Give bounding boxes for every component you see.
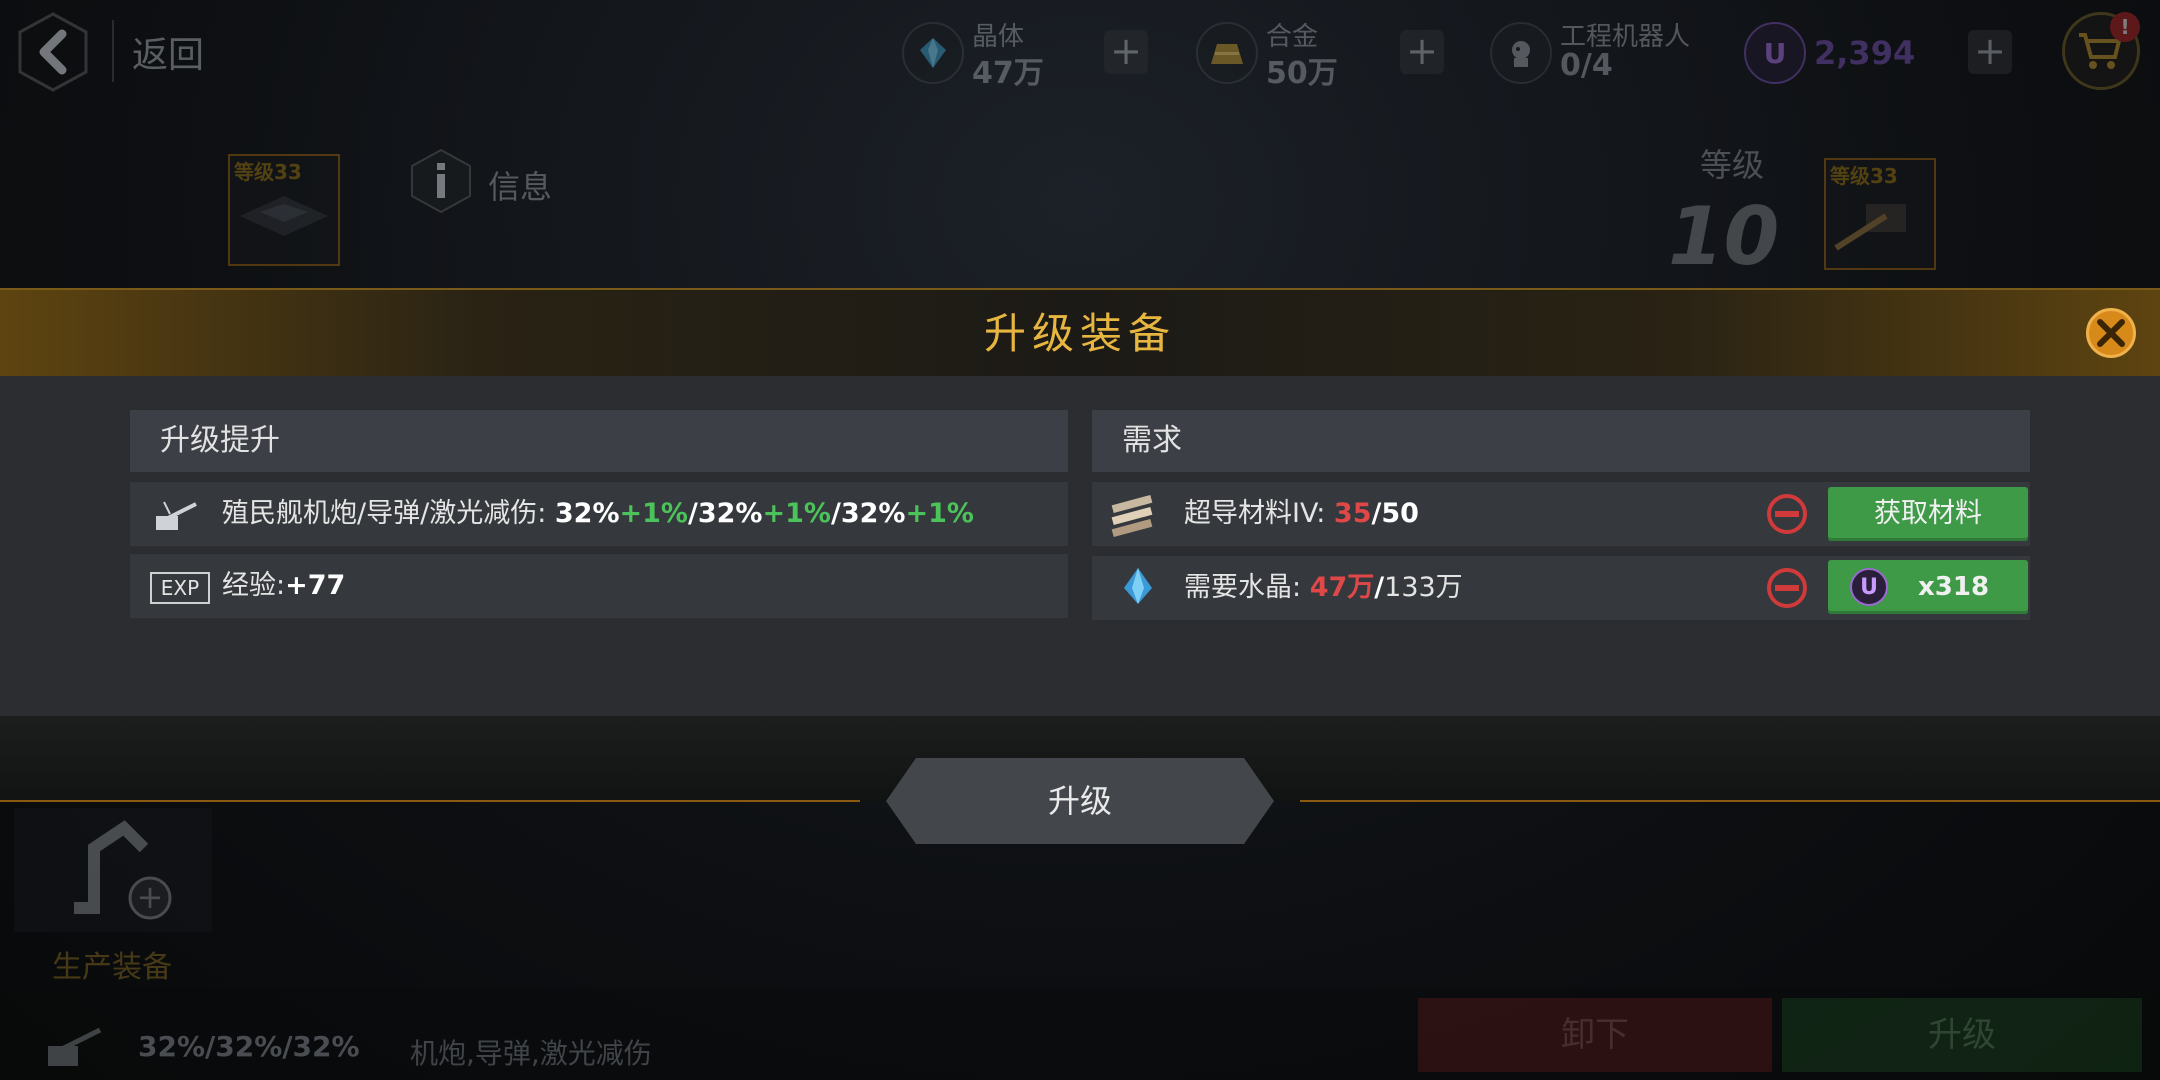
crystal-text: 需要水晶: 47万/133万 (1184, 572, 1463, 603)
get-material-button[interactable]: 获取材料 (1828, 487, 2028, 541)
equipment-level: 等级33 (1830, 164, 1898, 188)
premium-coin-icon: U (1744, 22, 1806, 84)
material-label: 超导材料IV: (1184, 498, 1334, 529)
divider (0, 800, 860, 802)
stat-value: 32% (697, 498, 763, 529)
level-title: 等级 (1700, 146, 1765, 184)
stat-value: 32% (554, 498, 620, 529)
damage-reduction-row: 殖民舰机炮/导弹/激光减伤: 32%+1%/32%+1%/32%+1% (130, 482, 1068, 546)
info-icon (411, 148, 471, 214)
add-crystal-button[interactable]: + (1104, 30, 1148, 74)
premium-value: 2,394 (1814, 34, 1916, 72)
close-button[interactable] (2086, 308, 2136, 358)
equipment-thumbnail-left[interactable]: 等级33 (228, 154, 340, 266)
exp-label: 经验: (222, 570, 286, 601)
exp-row: EXP 经验:+77 (130, 554, 1068, 618)
material-text: 超导材料IV: 35/50 (1184, 498, 1419, 529)
material-have: 35 (1333, 498, 1372, 529)
insufficient-icon (1767, 568, 1807, 608)
stat-label: 殖民舰机炮/导弹/激光减伤: (222, 498, 555, 529)
exp-text: 经验:+77 (222, 554, 345, 618)
add-premium-button[interactable]: + (1968, 30, 2012, 74)
turret-icon (48, 1027, 102, 1066)
exp-value: +77 (285, 570, 346, 601)
requirements-header: 需求 (1092, 410, 2030, 472)
upgrade-button[interactable]: 升级 (886, 758, 1274, 844)
material-need: 50 (1381, 498, 1419, 529)
crystal-icon (902, 22, 964, 84)
level-value: 10 (1668, 190, 1780, 283)
premium-coin-icon: U (1850, 568, 1888, 606)
resource-value: 47万 (972, 56, 1044, 91)
equipment-thumbnail-right[interactable]: 等级33 (1824, 158, 1936, 270)
premium-cost: x318 (1918, 572, 1990, 602)
stat-bonus: +1% (762, 498, 831, 529)
bottom-stat-values: 32%/32%/32% (138, 1030, 360, 1063)
notification-badge: ! (2110, 12, 2140, 42)
top-bar: 返回 晶体 47万 + 合金 50万 + 工程机器人 0/4 U 2,394 +… (0, 0, 2160, 105)
turret-icon (156, 501, 197, 530)
divider (1300, 800, 2160, 802)
modal-title-bar: 升级装备 (0, 288, 2160, 378)
back-label[interactable]: 返回 (132, 26, 204, 78)
bottom-upgrade-button[interactable]: 升级 (1782, 998, 2142, 1072)
superconductor-material-icon (1111, 494, 1153, 538)
crystal-label: 需要水晶: (1184, 572, 1310, 603)
exp-badge: EXP (150, 572, 210, 604)
stat-value: 32% (840, 498, 906, 529)
divider (112, 20, 114, 82)
robot-icon (1490, 22, 1552, 84)
equipment-level: 等级33 (234, 160, 302, 184)
stat-bonus: +1% (905, 498, 974, 529)
insufficient-icon (1767, 494, 1807, 534)
material-requirement-row: 超导材料IV: 35/50 获取材料 (1092, 482, 2030, 546)
info-button[interactable] (410, 148, 472, 214)
unload-button[interactable]: 卸下 (1418, 998, 1772, 1072)
bottom-stat-description: 机炮,导弹,激光减伤 (410, 1037, 652, 1070)
add-alloy-button[interactable]: + (1400, 30, 1444, 74)
resource-value: 50万 (1266, 56, 1338, 91)
produce-equipment-button[interactable]: + (14, 808, 212, 932)
info-label[interactable]: 信息 (488, 162, 552, 208)
buy-crystal-button[interactable]: U x318 (1828, 560, 2028, 614)
upgrade-boost-header: 升级提升 (130, 410, 1068, 472)
modal-body: 升级提升 殖民舰机炮/导弹/激光减伤: 32%+1%/32%+1%/32%+1%… (0, 376, 2160, 716)
modal-title: 升级装备 (983, 309, 1176, 358)
back-arrow-icon (18, 12, 88, 92)
crystal-have: 47万 (1309, 572, 1375, 603)
close-icon (2097, 319, 2125, 347)
stat-bonus: +1% (619, 498, 688, 529)
crystal-need: 133万 (1384, 572, 1463, 603)
damage-reduction-text: 殖民舰机炮/导弹/激光减伤: 32%+1%/32%+1%/32%+1% (222, 498, 974, 529)
svg-text:+: + (137, 878, 164, 916)
back-button[interactable] (18, 12, 88, 92)
produce-label: 生产装备 (52, 950, 172, 985)
robot-arm-icon: + (74, 820, 172, 920)
crystal-requirement-row: 需要水晶: 47万/133万 U x318 (1092, 556, 2030, 620)
resource-value: 0/4 (1560, 48, 1613, 83)
crystal-icon (1124, 568, 1152, 604)
alloy-icon (1196, 22, 1258, 84)
